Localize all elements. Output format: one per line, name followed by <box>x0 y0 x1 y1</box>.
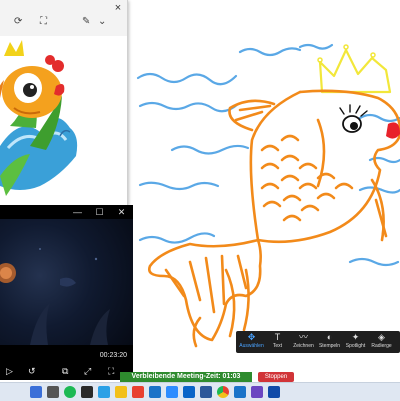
skip-icon[interactable]: ↺ <box>28 366 36 376</box>
app-icon-3[interactable] <box>81 386 93 398</box>
folder-icon[interactable] <box>115 386 127 398</box>
play-icon[interactable]: ▷ <box>6 366 13 376</box>
app-icon-4[interactable] <box>98 386 110 398</box>
outlook-icon[interactable] <box>183 386 195 398</box>
tool-spotlight[interactable]: ✦ Spotlight <box>343 332 368 350</box>
app-icon-1[interactable] <box>30 386 42 398</box>
tool-label: Spotlight <box>345 343 366 349</box>
tool-eraser[interactable]: ◈ Radierge <box>369 332 394 350</box>
tool-text[interactable]: T Text <box>265 332 290 350</box>
meeting-timer: Verbleibende Meeting-Zeit: 01:03 <box>120 372 252 382</box>
edit-icon[interactable]: ✎ <box>82 17 90 27</box>
chevron-down-icon[interactable]: ⌄ <box>98 17 106 27</box>
player-icon[interactable] <box>234 386 246 398</box>
spotify-icon[interactable] <box>64 386 76 398</box>
wave-lines <box>136 43 400 267</box>
rotate-icon[interactable]: ⟳ <box>14 17 22 27</box>
select-icon: ✥ <box>247 332 256 342</box>
zoom-icon[interactable] <box>166 386 178 398</box>
video-frame[interactable] <box>0 219 133 345</box>
tool-draw[interactable]: 〰 Zeichnen <box>291 332 316 350</box>
fish-cartoon-image <box>0 36 127 205</box>
crop-icon[interactable]: ⛶ <box>40 17 47 27</box>
maximize-button[interactable]: ☐ <box>92 205 107 219</box>
tool-label: Text <box>272 343 283 349</box>
app-icon-6[interactable] <box>251 386 263 398</box>
stop-share-button[interactable]: Stoppen <box>258 372 294 382</box>
crown-drawing <box>318 48 392 94</box>
terminal-icon[interactable] <box>268 386 280 398</box>
text-icon: T <box>274 332 281 342</box>
fish-lips-drawing <box>386 122 400 139</box>
minimize-button[interactable]: — <box>70 205 85 219</box>
video-player-window[interactable]: — ☐ ✕ 00:23:20 ▷ ↺ ⧉ ⤢ ⛶ <box>0 205 133 380</box>
app-icon-5[interactable] <box>132 386 144 398</box>
video-icon[interactable] <box>149 386 161 398</box>
volume-icon[interactable]: ⛶ <box>108 366 114 376</box>
chrome-icon[interactable] <box>217 386 229 398</box>
loop-icon[interactable]: ⧉ <box>62 366 68 376</box>
underwater-scene <box>0 248 110 345</box>
tool-label: Zeichnen <box>293 343 314 349</box>
spotlight-icon: ✦ <box>351 332 360 342</box>
close-icon[interactable]: × <box>109 0 127 16</box>
video-time: 00:23:20 <box>99 352 127 359</box>
photo-viewer-toolbar: ⟳ ⛶ ✎ ⌄ × <box>0 0 127 36</box>
draw-icon: 〰 <box>298 332 308 342</box>
tool-label: Stempeln <box>318 343 341 349</box>
tool-label: Auswählen <box>239 343 264 349</box>
video-controls-bar: 00:23:20 ▷ ↺ ⧉ ⤢ ⛶ <box>0 345 133 380</box>
photo-viewer-window[interactable]: ⟳ ⛶ ✎ ⌄ × <box>0 0 128 205</box>
video-titlebar: — ☐ ✕ <box>0 205 133 219</box>
app-icon-2[interactable] <box>47 386 59 398</box>
tool-select[interactable]: ✥ Auswählen <box>239 332 264 350</box>
close-button[interactable]: ✕ <box>114 205 129 219</box>
annotation-toolbar: ✥ Auswählen T Text 〰 Zeichnen ◐ Stempeln… <box>236 331 400 353</box>
eraser-icon: ◈ <box>378 332 385 342</box>
fullscreen-icon[interactable]: ⤢ <box>84 366 91 376</box>
stamp-icon: ◐ <box>326 332 333 342</box>
tool-stamp[interactable]: ◐ Stempeln <box>317 332 342 350</box>
tool-label: Radierge <box>371 343 392 349</box>
word-icon[interactable] <box>200 386 212 398</box>
fish-body-drawing <box>148 89 400 348</box>
taskbar <box>0 382 400 401</box>
